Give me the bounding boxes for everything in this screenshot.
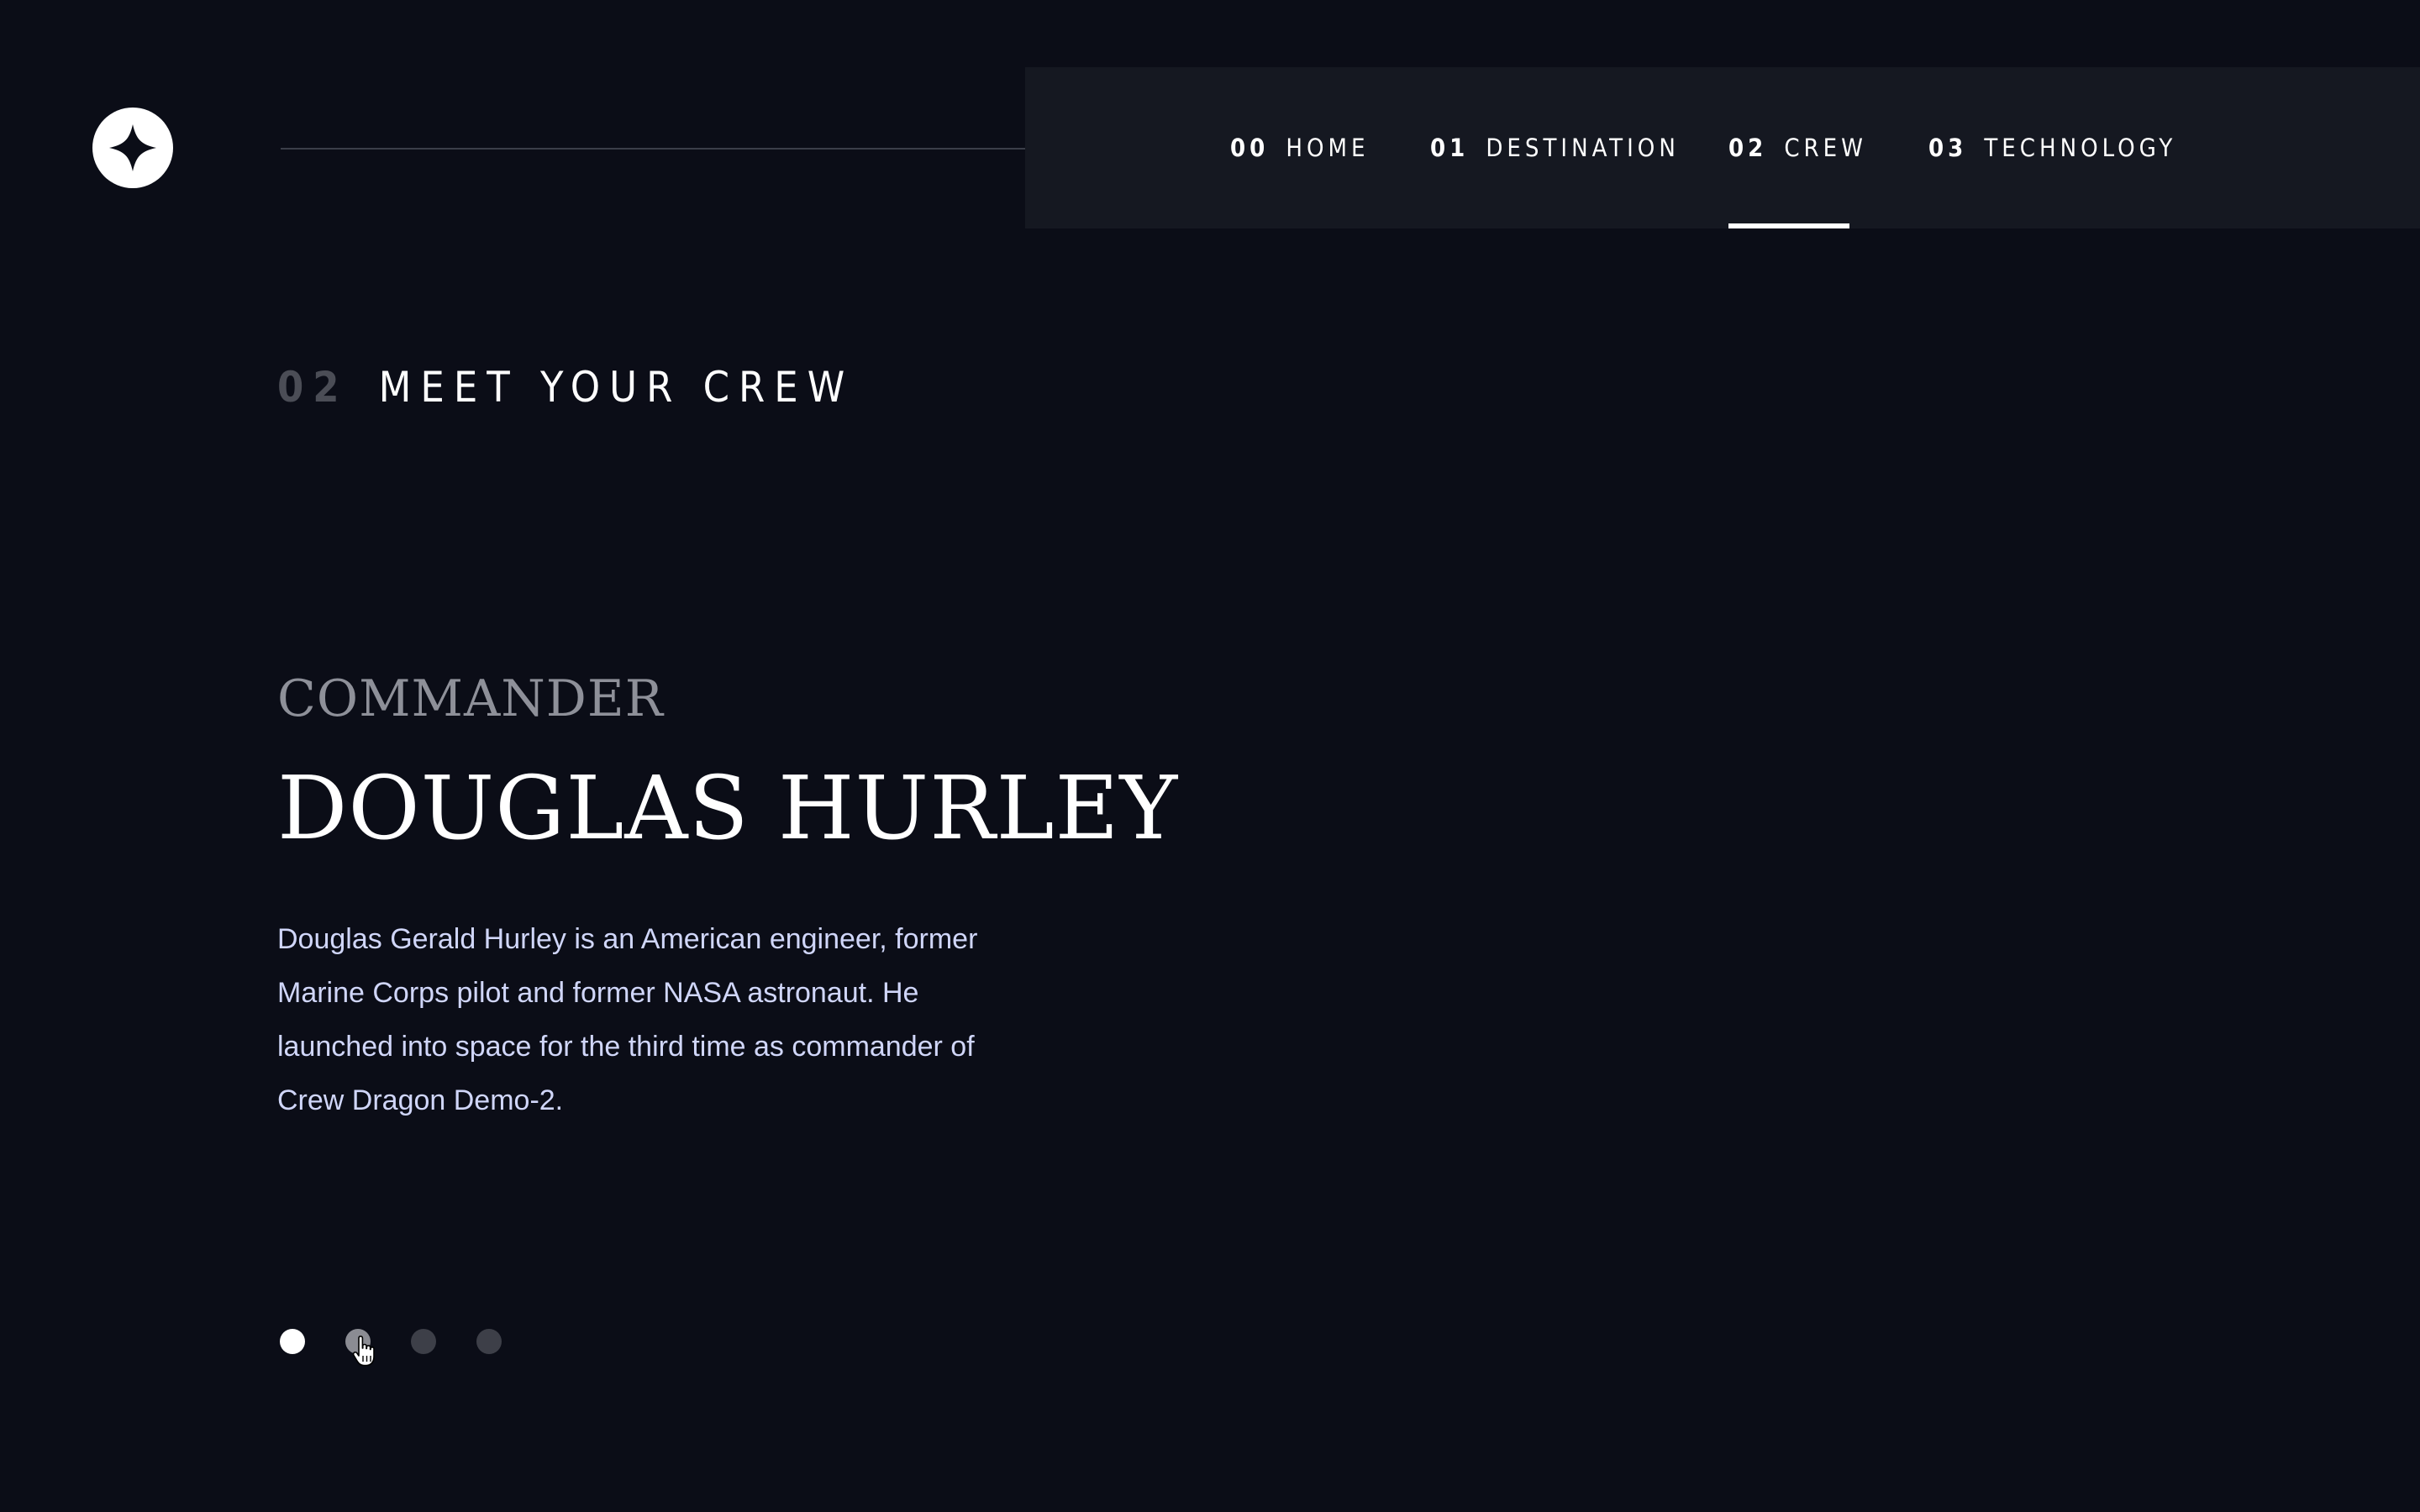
page-title: 02 MEET YOUR CREW [277,358,854,417]
section-number: 02 [277,363,349,412]
crew-bio: Douglas Gerald Hurley is an American eng… [277,923,978,1116]
nav-item-number: 03 [1928,134,1968,162]
four-point-star-icon [92,108,173,188]
crew-name: DOUGLAS HURLEY [277,757,1179,859]
pagination-dot-4[interactable] [476,1329,502,1354]
pagination-dot-1[interactable] [280,1329,305,1354]
nav-item-destination[interactable]: 01 DESTINATION [1430,67,1680,228]
pagination-dot-3[interactable] [411,1329,436,1354]
main-nav: 00 HOME 01 DESTINATION 02 CREW 03 TECHNO… [1025,67,2420,228]
nav-item-crew[interactable]: 02 CREW [1728,67,1863,228]
section-title: MEET YOUR CREW [378,363,855,412]
nav-item-label: CREW [1784,134,1867,162]
crew-page: 00 HOME 01 DESTINATION 02 CREW 03 TECHNO… [0,0,2420,1512]
nav-item-number: 01 [1430,134,1470,162]
crew-role: COMMANDER [277,669,664,728]
nav-item-technology[interactable]: 03 TECHNOLOGY [1928,67,2176,228]
nav-item-number: 02 [1728,134,1768,162]
nav-item-label: TECHNOLOGY [1984,134,2177,162]
nav-item-number: 00 [1230,134,1270,162]
nav-item-label: DESTINATION [1486,134,1680,162]
header-divider [281,148,1076,150]
crew-pagination [280,1329,502,1354]
logo[interactable] [92,108,173,188]
pagination-dot-2[interactable] [345,1329,371,1354]
nav-item-home[interactable]: 00 HOME [1230,67,1369,228]
nav-item-label: HOME [1286,134,1370,162]
